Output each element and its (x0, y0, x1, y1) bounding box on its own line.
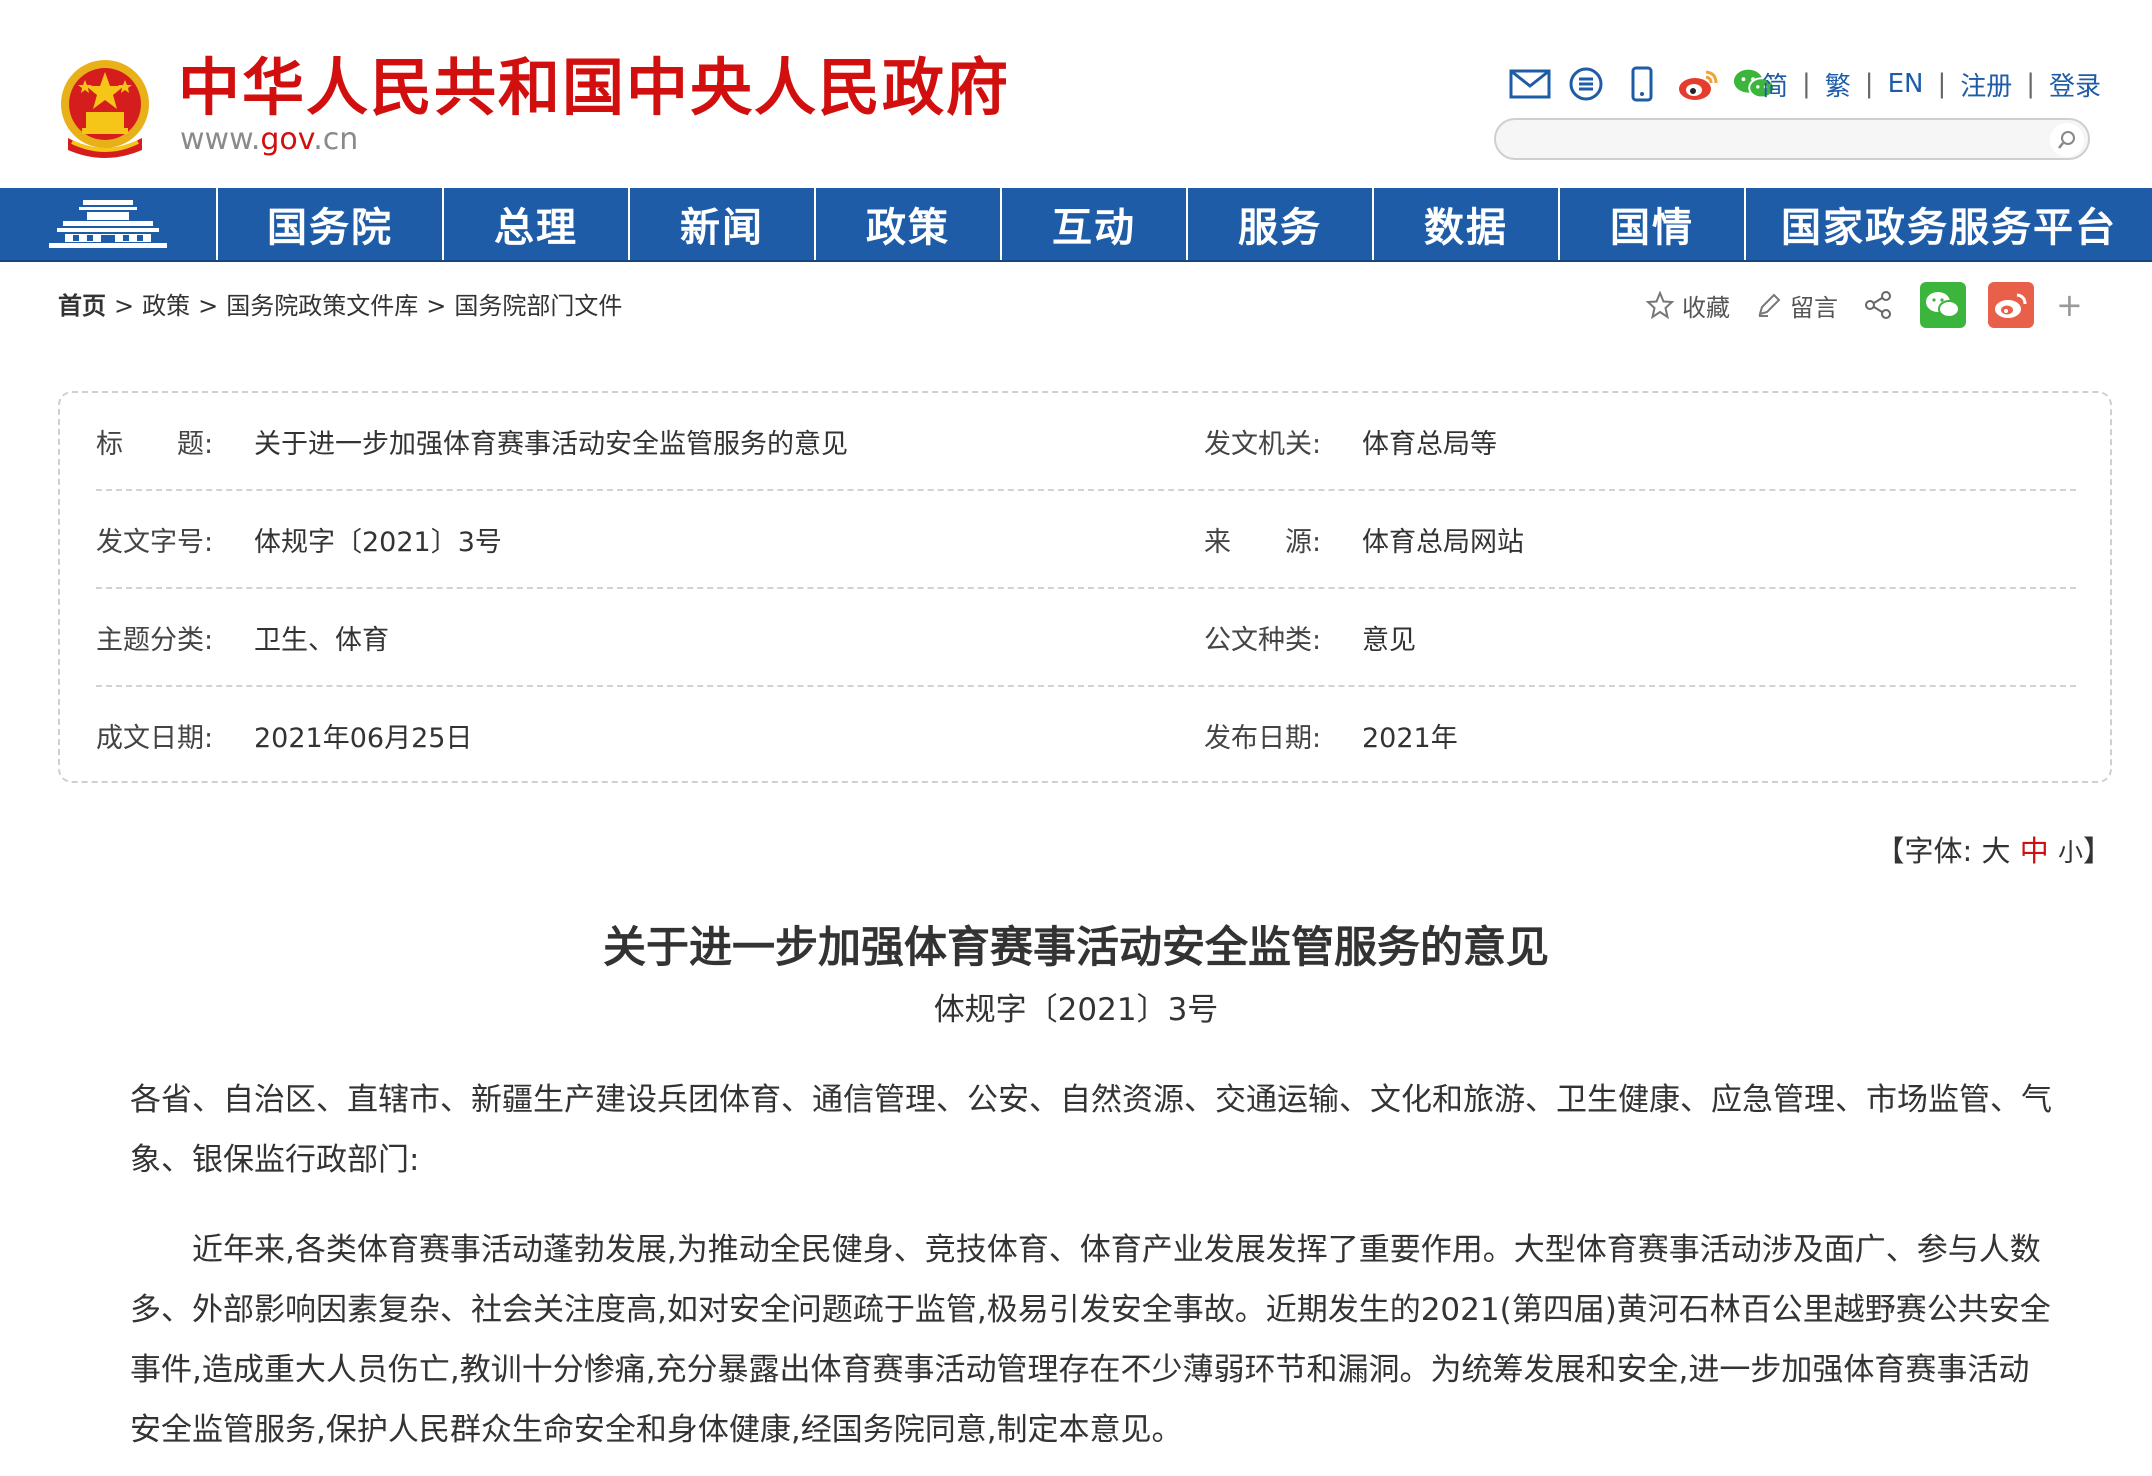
article-doc-number: 体规字〔2021〕3号 (933, 992, 1219, 1028)
issuer-label: 发文机关: (1204, 428, 1322, 460)
font-size-medium[interactable]: 中 (2020, 834, 2049, 868)
info-row: 发文字号: 体规字〔2021〕3号 来 源: 体育总局网站 (96, 491, 2076, 589)
main-nav: 国务院 总理 新闻 政策 互动 服务 数据 国情 国家政务服务平台 (0, 188, 2152, 262)
mobile-icon[interactable] (1620, 64, 1664, 104)
site-url-accent: gov (260, 122, 314, 157)
search-button[interactable] (2050, 123, 2084, 157)
document-info-box: 标 题: 关于进一步加强体育赛事活动安全监管服务的意见 发文机关: 体育总局等 … (58, 391, 2112, 783)
lang-english-link[interactable]: EN (1888, 69, 1924, 99)
nav-item-news[interactable]: 新闻 (630, 188, 816, 260)
article-salutation: 各省、自治区、直辖市、新疆生产建设兵团体育、通信管理、公安、自然资源、交通运输、… (130, 1082, 2052, 1178)
lang-traditional-link[interactable]: 繁 (1825, 66, 1851, 103)
nav-item-policy[interactable]: 政策 (816, 188, 1002, 260)
rss-icon[interactable] (1564, 64, 1608, 104)
share-button[interactable] (1864, 290, 1894, 320)
site-url-prefix: www. (180, 122, 261, 157)
favorite-label: 收藏 (1682, 293, 1730, 322)
login-link[interactable]: 登录 (2049, 66, 2101, 103)
language-links: 简 | 繁 | EN | 注册 | 登录 (1762, 64, 2101, 104)
nav-item-premier[interactable]: 总理 (444, 188, 630, 260)
star-icon (1646, 291, 1674, 319)
weibo-icon[interactable] (1676, 64, 1720, 104)
share-weibo-button[interactable] (1988, 282, 2034, 328)
search-icon (2058, 131, 2075, 149)
written-date-label: 成文日期: (96, 722, 214, 754)
source-label: 来 源: (1204, 526, 1322, 558)
doc-number-label: 发文字号: (96, 526, 214, 558)
font-size-large[interactable]: 大 (1982, 834, 2011, 868)
comment-label: 留言 (1790, 293, 1838, 322)
doc-type-value: 意见 (1362, 624, 1416, 656)
info-row: 标 题: 关于进一步加强体育赛事活动安全监管服务的意见 发文机关: 体育总局等 (96, 393, 2076, 491)
breadcrumb: 首页 > 政策 > 国务院政策文件库 > 国务院部门文件 (58, 292, 623, 320)
doc-number-value: 体规字〔2021〕3号 (254, 526, 502, 558)
register-link[interactable]: 注册 (1960, 66, 2012, 103)
publish-date-value: 2021年 (1362, 722, 1458, 754)
info-row: 成文日期: 2021年06月25日 发布日期: 2021年 (96, 687, 2076, 783)
nav-item-gov-service-platform[interactable]: 国家政务服务平台 (1746, 188, 2152, 260)
breadcrumb-department-docs[interactable]: 国务院部门文件 (454, 292, 622, 320)
favorite-button[interactable]: 收藏 (1646, 288, 1730, 323)
national-emblem-logo[interactable] (58, 58, 152, 162)
nav-item-interaction[interactable]: 互动 (1002, 188, 1188, 260)
search-box (1494, 118, 2090, 160)
source-value: 体育总局网站 (1362, 526, 1524, 558)
article-paragraph: 近年来,各类体育赛事活动蓬勃发展,为推动全民健身、竞技体育、体育产业发展发挥了重… (130, 1232, 2051, 1448)
breadcrumb-policy[interactable]: 政策 (142, 292, 190, 320)
site-title[interactable]: 中华人民共和国中央人民政府 (178, 48, 1010, 128)
share-wechat-button[interactable] (1920, 282, 1966, 328)
title-label: 标 题: (96, 428, 214, 460)
site-url-suffix: .cn (313, 122, 359, 157)
nav-item-services[interactable]: 服务 (1188, 188, 1374, 260)
written-date-value: 2021年06月25日 (254, 722, 473, 754)
topic-value: 卫生、体育 (254, 624, 389, 656)
nav-item-national-info[interactable]: 国情 (1560, 188, 1746, 260)
topic-label: 主题分类: (96, 624, 214, 656)
article-title: 关于进一步加强体育赛事活动安全监管服务的意见 (603, 923, 1549, 973)
wechat-icon (1926, 292, 1960, 318)
font-size-controls: 【字体: 大 中 小】 (1875, 834, 2113, 868)
breadcrumb-home[interactable]: 首页 (58, 292, 106, 320)
site-url[interactable]: www.gov.cn (180, 122, 358, 158)
nav-item-state-council[interactable]: 国务院 (218, 188, 444, 260)
search-input[interactable] (1514, 120, 2038, 160)
title-value: 关于进一步加强体育赛事活动安全监管服务的意见 (254, 428, 848, 460)
more-button[interactable]: + (2056, 286, 2083, 324)
comment-button[interactable]: 留言 (1756, 288, 1838, 323)
lang-simplified-link[interactable]: 简 (1762, 66, 1788, 103)
doc-type-label: 公文种类: (1204, 624, 1322, 656)
top-icon-bar (1508, 62, 1776, 106)
pencil-icon (1758, 293, 1781, 317)
weibo-icon (1995, 293, 2027, 318)
nav-item-data[interactable]: 数据 (1374, 188, 1560, 260)
font-size-small[interactable]: 小 (2058, 838, 2083, 867)
breadcrumb-policy-library[interactable]: 国务院政策文件库 (226, 292, 418, 320)
article-tools: 收藏 留言 + (1646, 280, 2083, 330)
issuer-value: 体育总局等 (1362, 428, 1497, 460)
mail-icon[interactable] (1508, 64, 1552, 104)
share-icon (1865, 291, 1891, 319)
nav-home-icon[interactable] (0, 188, 218, 260)
info-row: 主题分类: 卫生、体育 公文种类: 意见 (96, 589, 2076, 687)
publish-date-label: 发布日期: (1204, 722, 1322, 754)
